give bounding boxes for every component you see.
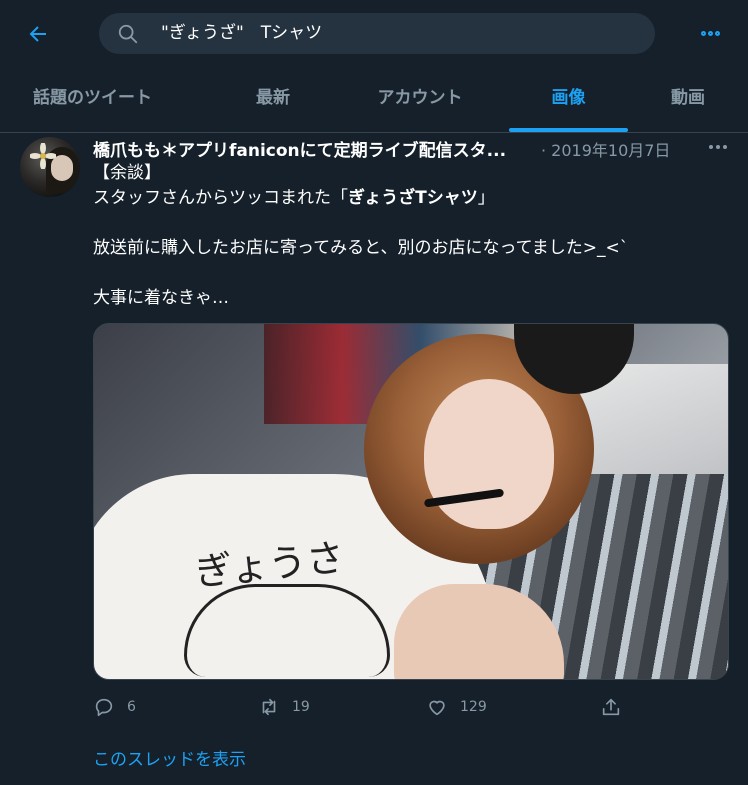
- tab-accounts[interactable]: アカウント: [350, 68, 490, 132]
- reply-icon: [95, 698, 113, 717]
- tweet-text-segment: 」: [477, 188, 495, 208]
- like-button[interactable]: 129: [426, 693, 487, 721]
- search-tabs: 話題のツイート 最新 アカウント 画像 動画: [0, 68, 748, 133]
- gyoza-drawing: [184, 584, 390, 677]
- search-query: "ぎょうざ" Tシャツ: [161, 23, 323, 43]
- active-tab-indicator: [509, 128, 628, 132]
- tweet-text-line: 【余談】: [93, 163, 161, 183]
- avatar[interactable]: [20, 137, 80, 197]
- like-count: 129: [460, 699, 487, 715]
- reply-count: 6: [127, 699, 136, 715]
- tab-top[interactable]: 話題のツイート: [0, 68, 185, 132]
- retweet-count: 19: [292, 699, 310, 715]
- search-icon: [118, 24, 138, 44]
- reply-button[interactable]: 6: [93, 693, 136, 721]
- share-icon: [602, 698, 620, 716]
- arrow-left-icon: [29, 26, 46, 42]
- back-button[interactable]: [22, 18, 54, 50]
- share-button[interactable]: [600, 693, 622, 721]
- more-options-button[interactable]: [694, 22, 726, 44]
- tweet-date[interactable]: · 2019年10月7日: [541, 137, 670, 161]
- tweet-text-segment: スタッフさんからツッコまれた「: [93, 188, 348, 208]
- tweet-text-line: 放送前に購入したお店に寄ってみると、別のお店になってました>_<`: [93, 238, 629, 258]
- retweet-icon: [262, 698, 276, 716]
- retweet-button[interactable]: 19: [258, 693, 310, 721]
- tweet-actions: 6 19 129: [93, 693, 733, 721]
- flower-decoration: [30, 143, 56, 169]
- more-horizontal-icon: [700, 30, 706, 36]
- tweet-text-line: スタッフさんからツッコまれた「ぎょうざTシャツ」: [93, 186, 495, 210]
- tweet-header: 橋爪もも＊アプリfaniconにて定期ライブ配信スタ... · 2019年10月…: [93, 136, 670, 161]
- tweet-more-button[interactable]: [706, 139, 730, 155]
- show-thread-link[interactable]: このスレッドを表示: [93, 745, 246, 770]
- author-name[interactable]: 橋爪もも＊アプリfaniconにて定期ライブ配信スタ...: [93, 141, 506, 161]
- tweet-text-bold: ぎょうざTシャツ: [348, 188, 478, 208]
- search-input[interactable]: "ぎょうざ" Tシャツ: [99, 13, 655, 54]
- tweet-text-line: 大事に着なきゃ…: [93, 288, 229, 308]
- top-bar: "ぎょうざ" Tシャツ: [0, 0, 748, 68]
- tab-photos[interactable]: 画像: [509, 68, 628, 132]
- heart-icon: [429, 700, 445, 716]
- tweet-photo[interactable]: ぎょうさ: [93, 323, 729, 680]
- tab-videos[interactable]: 動画: [640, 68, 736, 132]
- tab-latest[interactable]: 最新: [222, 68, 324, 132]
- more-horizontal-icon: [709, 145, 713, 149]
